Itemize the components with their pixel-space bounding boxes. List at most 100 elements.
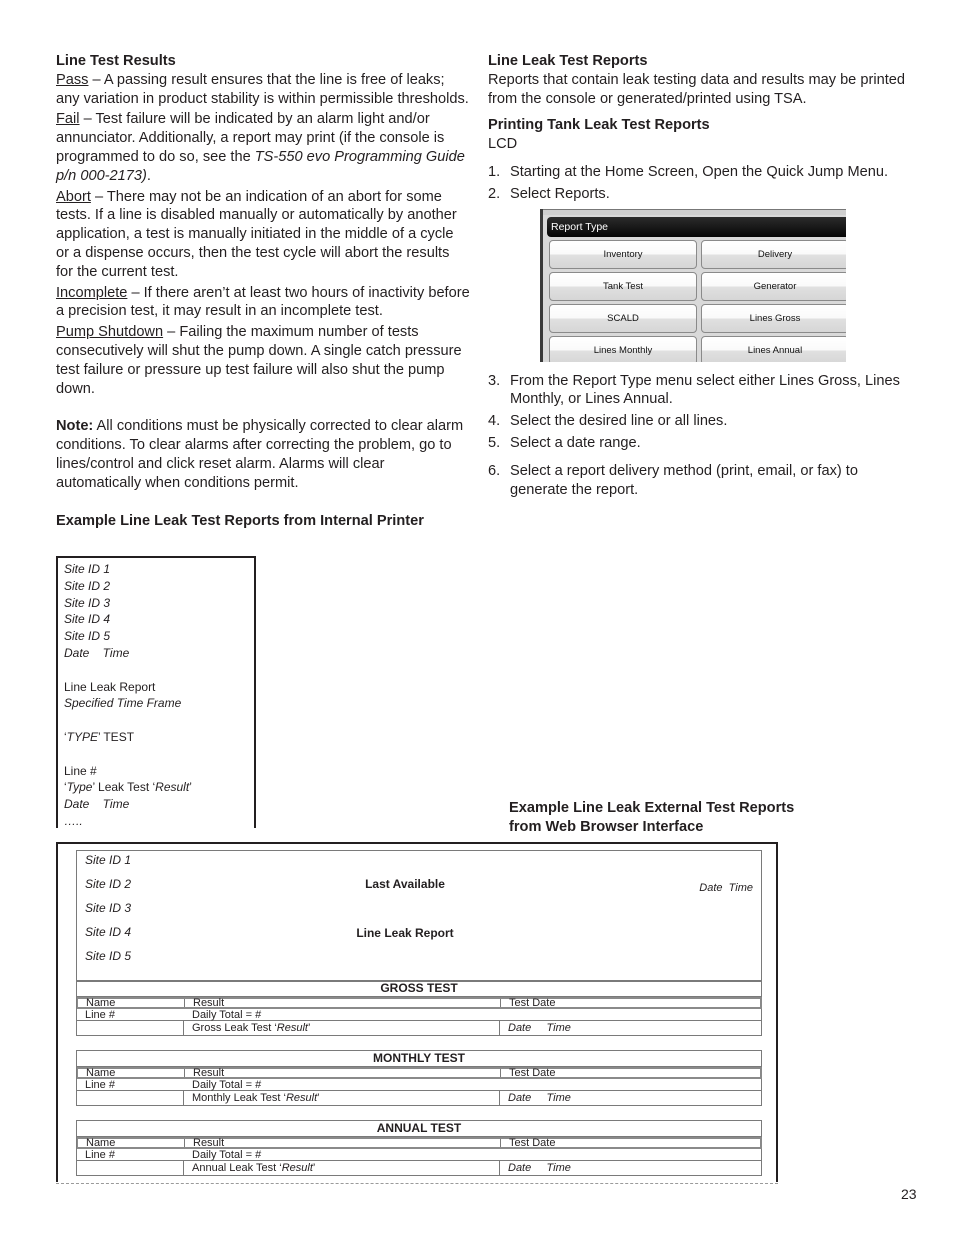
printer-ellipsis: ….. — [64, 813, 83, 828]
col-test-date: Test Date — [509, 997, 556, 1009]
leak-test-label: Annual Leak Test ‘ — [192, 1162, 282, 1174]
step-number: 2. — [488, 185, 501, 202]
test-date-time: Date Time — [508, 1162, 571, 1174]
divider — [500, 1139, 501, 1147]
table-title: GROSS TEST — [77, 981, 761, 997]
internal-printer-report: Site ID 1 Site ID 2 Site ID 3 Site ID 4 … — [56, 556, 256, 828]
lcd-button-tank-test[interactable]: Tank Test — [549, 272, 697, 301]
test-date-time: Date Time — [508, 1022, 571, 1034]
web-site-id: Site ID 1 — [85, 853, 132, 867]
lcd-button-generator[interactable]: Generator — [701, 272, 846, 301]
daily-total: Daily Total = # — [192, 1009, 262, 1021]
line-number: Line # — [85, 1079, 115, 1091]
col-name: Name — [86, 1067, 116, 1079]
step-item: 3. From the Report Type menu select eithe… — [488, 372, 908, 410]
col-test-date: Test Date — [509, 1137, 556, 1149]
printer-report-title: Line Leak Report — [64, 679, 156, 694]
result-placeholder: Result — [276, 1022, 308, 1034]
step-number: 1. — [488, 163, 501, 180]
printer-type-test: ‘TYPE’ TEST — [64, 729, 254, 746]
web-report-torn-edge — [56, 1178, 778, 1184]
fail-text-end: . — [146, 167, 151, 184]
printing-reports-heading: Printing Tank Leak Test Reports — [488, 117, 710, 134]
monthly-test-table: MONTHLY TEST Name Result Test Date Line … — [76, 1050, 762, 1106]
web-browser-report: Site ID 1 Site ID 2 Site ID 3 Site ID 4 … — [56, 842, 778, 1182]
table-row: Gross Leak Test ‘Result’ Date Time — [77, 1021, 761, 1035]
table-row: Annual Leak Test ‘Result’ Date Time — [77, 1161, 761, 1175]
printer-site-id: Site ID 1 — [64, 562, 111, 576]
divider — [184, 1069, 185, 1077]
col-result: Result — [193, 1137, 225, 1149]
lcd-button-scald[interactable]: SCALD — [549, 304, 697, 333]
step-text: Select Reports. — [510, 185, 610, 202]
fail-paragraph: Fail – Test failure will be indicated by… — [56, 110, 470, 185]
result-placeholder: Result — [285, 1092, 318, 1104]
note-text: All conditions must be physically correc… — [56, 418, 464, 491]
left-column: Line Test Results Pass – A passing resul… — [56, 52, 470, 530]
divider — [183, 1021, 184, 1035]
col-name: Name — [86, 997, 116, 1009]
line-test-results-heading: Line Test Results — [56, 53, 176, 69]
web-date-time: Date Time — [699, 882, 753, 894]
step-item: 2. Select Reports. — [488, 185, 908, 204]
lcd-top-strip — [543, 209, 846, 215]
line-number: Line # — [85, 1009, 115, 1021]
line-number: Line # — [85, 1149, 115, 1161]
internal-printer-heading: Example Line Leak Test Reports from Inte… — [56, 512, 424, 529]
web-report-header: Site ID 1 Site ID 2 Site ID 3 Site ID 4 … — [76, 850, 762, 982]
divider — [499, 1161, 500, 1175]
step-item: 6. Select a report delivery method (print… — [488, 462, 908, 500]
lcd-button-lines-gross[interactable]: Lines Gross — [701, 304, 846, 333]
table-header-row: Name Result Test Date — [77, 1137, 762, 1149]
divider — [500, 1069, 501, 1077]
divider — [184, 999, 185, 1007]
printer-site-id: Site ID 2 — [64, 578, 111, 593]
col-test-date: Test Date — [509, 1067, 556, 1079]
pump-shutdown-paragraph: Pump Shutdown – Failing the maximum numb… — [56, 323, 470, 398]
fail-term: Fail — [56, 111, 80, 128]
lcd-label: LCD — [488, 136, 518, 153]
col-name: Name — [86, 1137, 116, 1149]
pass-paragraph: Pass – A passing result ensures that the… — [56, 71, 470, 109]
step-item: 5. Select a date range. — [488, 434, 908, 453]
lcd-title-bar: Report Type — [547, 217, 846, 237]
result-placeholder: Result — [155, 780, 190, 795]
daily-total: Daily Total = # — [192, 1079, 262, 1091]
steps-list-c: 6. Select a report delivery method (print… — [488, 462, 908, 500]
web-site-id: Site ID 5 — [85, 949, 132, 963]
incomplete-term: Incomplete — [56, 284, 128, 301]
printer-line-number: Line # — [64, 763, 97, 778]
lcd-button-lines-monthly[interactable]: Lines Monthly — [549, 336, 697, 362]
note-paragraph: Note: All conditions must be physically … — [56, 417, 470, 492]
pass-text: – A passing result ensures that the line… — [56, 71, 469, 107]
lcd-button-delivery[interactable]: Delivery — [701, 240, 846, 269]
lcd-button-lines-annual[interactable]: Lines Annual — [701, 336, 846, 362]
daily-total: Daily Total = # — [192, 1149, 262, 1161]
step-number: 4. — [488, 413, 501, 430]
leak-test-label: Monthly Leak Test ‘ — [192, 1092, 286, 1104]
leak-test-result: Gross Leak Test ‘Result’ — [192, 1021, 310, 1035]
lcd-button-inventory[interactable]: Inventory — [549, 240, 697, 269]
table-title: MONTHLY TEST — [77, 1051, 761, 1067]
incomplete-paragraph: Incomplete – If there aren’t at least tw… — [56, 284, 470, 322]
step-text: From the Report Type menu select either … — [510, 372, 900, 408]
col-result: Result — [193, 997, 225, 1009]
step-text: Starting at the Home Screen, Open the Qu… — [510, 163, 889, 180]
printer-site-id: Site ID 5 — [64, 629, 111, 644]
line-leak-reports-text: Reports that contain leak testing data a… — [488, 71, 905, 107]
pump-shutdown-term: Pump Shutdown — [56, 324, 164, 341]
divider — [183, 1091, 184, 1105]
type-test-label: ’ TEST — [98, 729, 135, 744]
abort-text: – There may not be an indication of an a… — [56, 188, 457, 280]
printer-time-frame: Specified Time Frame — [64, 696, 182, 711]
test-date-time: Date Time — [508, 1092, 571, 1104]
divider — [184, 1139, 185, 1147]
divider — [183, 1161, 184, 1175]
step-number: 5. — [488, 434, 501, 451]
abort-term: Abort — [56, 188, 91, 205]
steps-list-a: 1. Starting at the Home Screen, Open the … — [488, 163, 908, 204]
col-result: Result — [193, 1067, 225, 1079]
